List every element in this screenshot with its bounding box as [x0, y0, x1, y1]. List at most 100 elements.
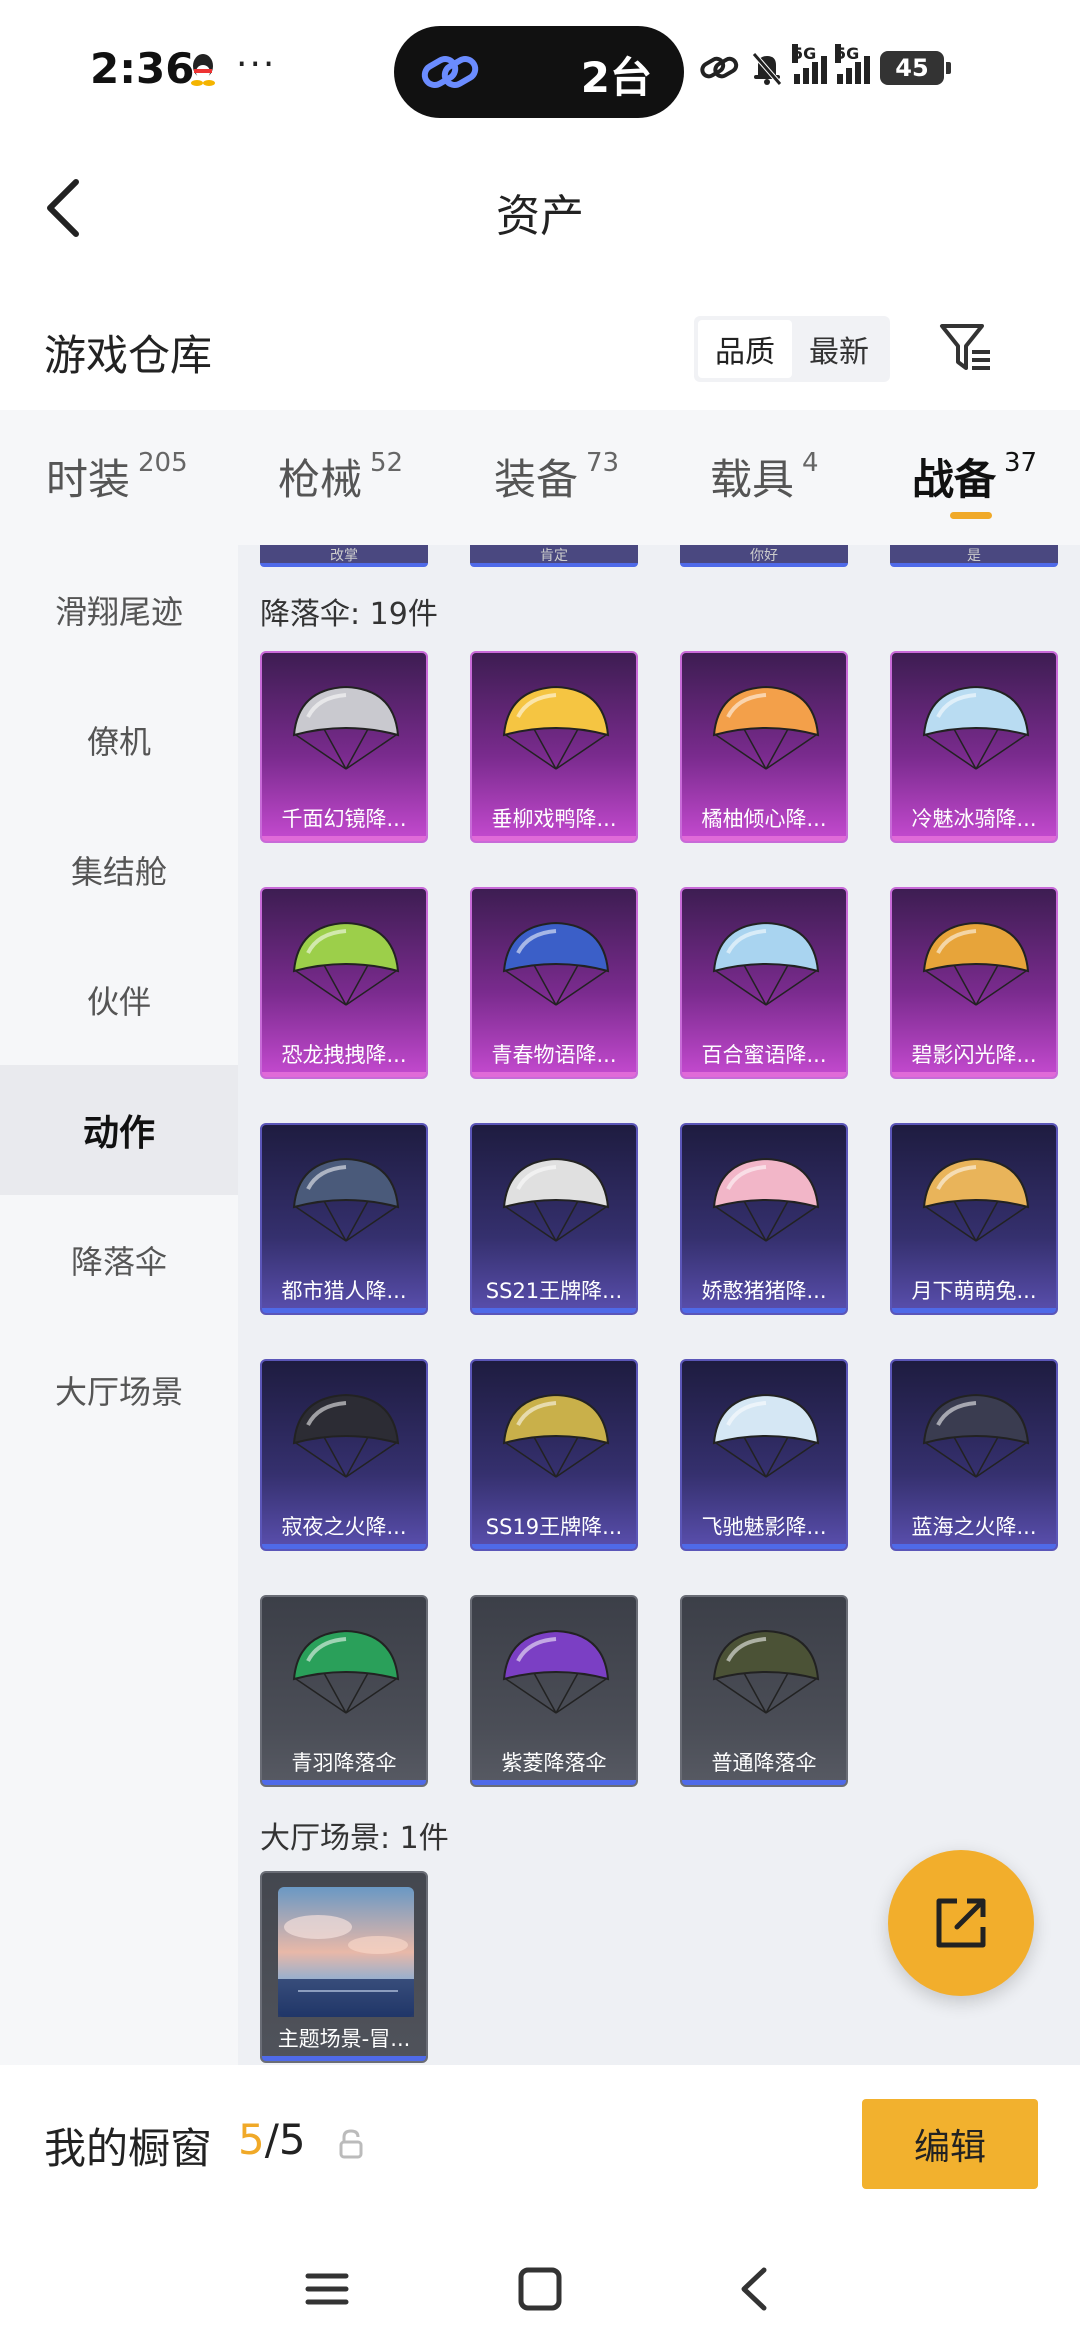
parachute-card[interactable]: 都市猎人降...: [260, 1123, 428, 1315]
parachute-card[interactable]: 蓝海之火降...: [890, 1359, 1058, 1551]
emote-card-partial[interactable]: 你好: [680, 545, 848, 567]
network-type-label: 5G: [835, 44, 860, 63]
tab-equipment[interactable]: 装备 73: [494, 446, 619, 507]
parachute-section-title: 降落伞: 19件: [260, 597, 438, 632]
sidebar-item-glide-trail[interactable]: 滑翔尾迹: [0, 545, 238, 675]
parachute-card[interactable]: 百合蜜语降...: [680, 887, 848, 1079]
parachute-card[interactable]: SS21王牌降...: [470, 1123, 638, 1315]
scene-card[interactable]: 主题场景-冒...: [260, 1871, 428, 2063]
parachute-card[interactable]: 寂夜之火降...: [260, 1359, 428, 1551]
sidebar-item-lobby-scene[interactable]: 大厅场景: [0, 1325, 238, 1455]
scene-thumbnail: [278, 1887, 414, 2017]
network-type-label: 5G: [792, 44, 817, 63]
showcase-current: 5: [238, 2115, 265, 2164]
parachute-icon: [292, 1629, 400, 1714]
warehouse-title: 游戏仓库: [44, 331, 213, 380]
parachute-icon: [502, 1393, 610, 1478]
parachute-card[interactable]: 千面幻镜降...: [260, 651, 428, 843]
parachute-card[interactable]: 恐龙拽拽降...: [260, 887, 428, 1079]
sidebar-item-assembly-pod[interactable]: 集结舱: [0, 805, 238, 935]
tab-label: 战备: [912, 455, 997, 504]
tab-count: 52: [370, 448, 404, 478]
parachute-icon: [712, 1629, 820, 1714]
parachute-name: 寂夜之火降...: [281, 1515, 407, 1539]
status-time: 2:36: [90, 44, 195, 93]
rarity-bar: [892, 836, 1056, 841]
tab-combat-supplies[interactable]: 战备 37: [912, 446, 1037, 507]
menu-icon[interactable]: [292, 2254, 362, 2324]
parachute-card[interactable]: 青羽降落伞: [260, 1595, 428, 1787]
parachute-card[interactable]: SS19王牌降...: [470, 1359, 638, 1551]
rarity-bar: [472, 836, 636, 841]
showcase-separator: /: [264, 2115, 279, 2164]
home-icon[interactable]: [505, 2254, 575, 2324]
parachute-name: 百合蜜语降...: [701, 1043, 827, 1067]
parachute-name: 月下萌萌兔...: [911, 1279, 1037, 1303]
parachute-name: 橘柚倾心降...: [701, 807, 827, 831]
sidebar-item-emote[interactable]: 动作: [0, 1065, 238, 1195]
parachute-icon: [502, 1157, 610, 1242]
parachute-card[interactable]: 飞驰魅影降...: [680, 1359, 848, 1551]
rarity-bar: [682, 1544, 846, 1549]
link-icon: [421, 56, 479, 88]
parachute-card[interactable]: 青春物语降...: [470, 887, 638, 1079]
emote-card-partial[interactable]: 肯定: [470, 545, 638, 567]
parachute-name: 碧影闪光降...: [911, 1043, 1037, 1067]
parachute-card[interactable]: 冷魅冰骑降...: [890, 651, 1058, 843]
rarity-bar: [682, 1072, 846, 1077]
share-button[interactable]: [888, 1850, 1034, 1996]
sidebar-item-parachute[interactable]: 降落伞: [0, 1195, 238, 1325]
qq-icon: [191, 54, 215, 86]
tab-vehicles[interactable]: 载具 4: [710, 446, 819, 507]
rarity-bar: [682, 1308, 846, 1313]
rarity-bar: [262, 1308, 426, 1313]
sidebar-item-wingman[interactable]: 僚机: [0, 675, 238, 805]
subcategory-sidebar: 滑翔尾迹 僚机 集结舱 伙伴 动作 降落伞 大厅场景: [0, 545, 238, 2065]
filter-icon[interactable]: [938, 320, 994, 376]
showcase-bar: 我的橱窗 5/5 编辑: [0, 2065, 1080, 2230]
dynamic-island[interactable]: 2台: [394, 26, 684, 118]
rarity-bar: [262, 1544, 426, 1549]
tab-fashion[interactable]: 时装 205: [46, 446, 188, 507]
screen: { "status_bar": { "time": "2:36", "more_…: [0, 0, 1080, 2347]
parachute-icon: [922, 1157, 1030, 1242]
rarity-bar: [262, 1072, 426, 1077]
parachute-icon: [502, 685, 610, 770]
parachute-icon: [712, 921, 820, 1006]
sort-newest-button[interactable]: 最新: [792, 320, 886, 378]
sort-quality-button[interactable]: 品质: [698, 320, 792, 378]
parachute-card[interactable]: 紫菱降落伞: [470, 1595, 638, 1787]
status-bar: 2:36 ··· 2台 5G 5G 45: [0, 0, 1080, 140]
parachute-card[interactable]: 普通降落伞: [680, 1595, 848, 1787]
device-count: 2台: [580, 53, 652, 102]
signal-2-icon: 5G: [835, 44, 870, 84]
edit-button[interactable]: 编辑: [862, 2099, 1038, 2189]
scene-name: 主题场景-冒...: [277, 2027, 411, 2051]
tab-count: 37: [1004, 448, 1038, 478]
sort-toggle: 品质 最新: [694, 316, 890, 382]
emote-card-partial[interactable]: 改掌: [260, 545, 428, 567]
parachute-card[interactable]: 垂柳戏鸭降...: [470, 651, 638, 843]
rarity-bar: [682, 836, 846, 841]
system-nav-bar: [0, 2230, 1080, 2347]
tab-firearms[interactable]: 枪械 52: [278, 446, 403, 507]
parachute-icon: [502, 1629, 610, 1714]
emote-card-partial[interactable]: 是: [890, 545, 1058, 567]
page-header: 资产: [0, 140, 1080, 270]
parachute-name: 娇憨猪猪降...: [701, 1279, 827, 1303]
parachute-card[interactable]: 碧影闪光降...: [890, 887, 1058, 1079]
parachute-card[interactable]: 橘柚倾心降...: [680, 651, 848, 843]
parachute-name: 飞驰魅影降...: [701, 1515, 827, 1539]
parachute-card[interactable]: 月下萌萌兔...: [890, 1123, 1058, 1315]
back-nav-icon[interactable]: [720, 2254, 790, 2324]
sidebar-item-companion[interactable]: 伙伴: [0, 935, 238, 1065]
parachute-card[interactable]: 娇憨猪猪降...: [680, 1123, 848, 1315]
lobby-scene-section-title: 大厅场景: 1件: [260, 1821, 449, 1856]
parachute-icon: [712, 1393, 820, 1478]
rarity-bar: [892, 1308, 1056, 1313]
tab-label: 装备: [494, 455, 579, 504]
rarity-bar: [472, 1072, 636, 1077]
parachute-icon: [922, 921, 1030, 1006]
rarity-bar: [892, 1544, 1056, 1549]
tab-label: 时装: [46, 455, 131, 504]
